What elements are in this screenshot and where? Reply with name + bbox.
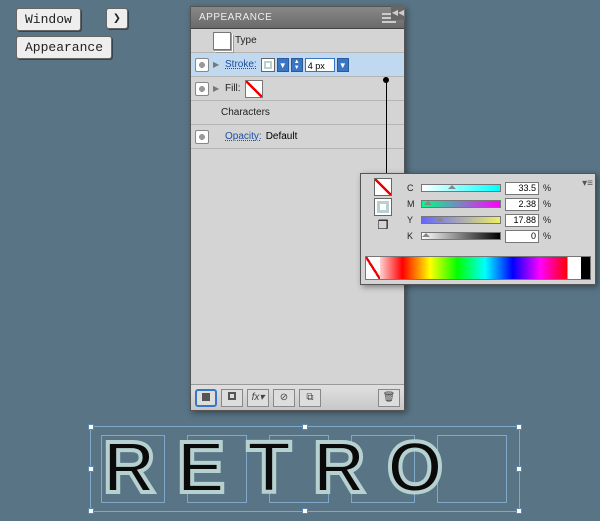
new-stroke-button[interactable] — [221, 389, 243, 407]
selection-handle[interactable] — [516, 424, 522, 430]
channel-value[interactable]: 17.88 — [505, 214, 539, 227]
stroke-color-dropdown-icon[interactable]: ▼ — [277, 58, 289, 72]
menu-window[interactable]: Window — [16, 8, 81, 31]
selection-handle[interactable] — [88, 466, 94, 472]
stroke-color-swatch[interactable] — [261, 58, 275, 72]
slider-y[interactable]: Y 17.88 % — [407, 212, 551, 228]
selection-handle[interactable] — [516, 466, 522, 472]
percent-label: % — [543, 215, 551, 225]
color-active-stroke-swatch[interactable] — [374, 198, 392, 216]
fill-none-swatch-icon[interactable] — [245, 80, 263, 98]
slider-k[interactable]: K 0 % — [407, 228, 551, 244]
channel-label: C — [407, 183, 417, 193]
submenu-arrow-icon: ❯ — [106, 8, 128, 29]
channel-value[interactable]: 2.38 — [505, 198, 539, 211]
channel-value[interactable]: 33.5 — [505, 182, 539, 195]
channel-label: Y — [407, 215, 417, 225]
opacity-value: Default — [266, 131, 298, 142]
color-picker-popup: ▾≡ ❒ C 33.5 % M 2.38 % Y 17.88 % K 0 — [360, 173, 596, 285]
color-flyout-menu-icon[interactable]: ▾≡ — [582, 178, 593, 189]
channel-label: M — [407, 199, 417, 209]
appearance-row-stroke[interactable]: ▶ Stroke: ▼ ▲▼ 4 px ▼ — [191, 53, 404, 77]
percent-label: % — [543, 183, 551, 193]
callout-line — [386, 80, 387, 180]
add-effect-button[interactable]: fx▾ — [247, 389, 269, 407]
slider-m[interactable]: M 2.38 % — [407, 196, 551, 212]
panel-footer: fx▾ ⊘ ⧉ 🗑 — [191, 384, 404, 410]
menu-appearance[interactable]: Appearance — [16, 36, 112, 59]
duplicate-item-button[interactable]: ⧉ — [299, 389, 321, 407]
channel-label: K — [407, 231, 417, 241]
characters-label: Characters — [221, 107, 270, 118]
selection-handle[interactable] — [88, 424, 94, 430]
type-thumb-icon — [213, 32, 231, 50]
color-spectrum[interactable] — [365, 256, 591, 280]
selection-handle[interactable] — [516, 508, 522, 514]
slider-track[interactable] — [421, 216, 501, 224]
type-label: Type — [235, 35, 257, 46]
panel-collapse-icon[interactable]: ◀◀ — [391, 6, 405, 20]
fill-label: Fill: — [225, 83, 241, 94]
appearance-row-fill[interactable]: ▶ Fill: — [191, 77, 404, 101]
disclosure-icon[interactable]: ▶ — [213, 60, 221, 69]
panel-title: APPEARANCE — [199, 12, 272, 23]
percent-label: % — [543, 199, 551, 209]
artwork-text[interactable]: RETRO — [103, 427, 465, 509]
appearance-row-opacity[interactable]: Opacity: Default — [191, 125, 404, 149]
selection-handle[interactable] — [88, 508, 94, 514]
stroke-weight-dropdown-icon[interactable]: ▼ — [337, 58, 349, 72]
slider-track[interactable] — [421, 184, 501, 192]
visibility-toggle-icon[interactable] — [195, 82, 209, 96]
percent-label: % — [543, 231, 551, 241]
color-3d-preview-icon: ❒ — [378, 218, 389, 232]
opacity-label[interactable]: Opacity: — [225, 131, 262, 142]
slider-c[interactable]: C 33.5 % — [407, 180, 551, 196]
delete-item-button[interactable]: 🗑 — [378, 389, 400, 407]
stroke-label[interactable]: Stroke: — [225, 59, 257, 70]
panel-body: Type ▶ Stroke: ▼ ▲▼ 4 px ▼ ▶ Fill: Chara… — [191, 29, 404, 149]
visibility-toggle-icon[interactable] — [195, 58, 209, 72]
clear-appearance-button[interactable]: ⊘ — [273, 389, 295, 407]
stroke-weight-field[interactable]: 4 px — [305, 58, 335, 72]
cmyk-sliders: C 33.5 % M 2.38 % Y 17.88 % K 0 % — [407, 180, 551, 244]
visibility-toggle-icon[interactable] — [195, 130, 209, 144]
slider-track[interactable] — [421, 200, 501, 208]
disclosure-icon[interactable]: ▶ — [213, 84, 221, 93]
appearance-row-type[interactable]: Type — [191, 29, 404, 53]
stroke-weight-stepper[interactable]: ▲▼ — [291, 58, 303, 72]
panel-header: APPEARANCE — [191, 7, 404, 29]
text-selection-bounds[interactable]: RETRO — [90, 426, 520, 512]
appearance-row-characters[interactable]: Characters — [191, 101, 404, 125]
channel-value[interactable]: 0 — [505, 230, 539, 243]
color-none-swatch-icon[interactable] — [374, 178, 392, 196]
slider-track[interactable] — [421, 232, 501, 240]
new-fill-button[interactable] — [195, 389, 217, 407]
